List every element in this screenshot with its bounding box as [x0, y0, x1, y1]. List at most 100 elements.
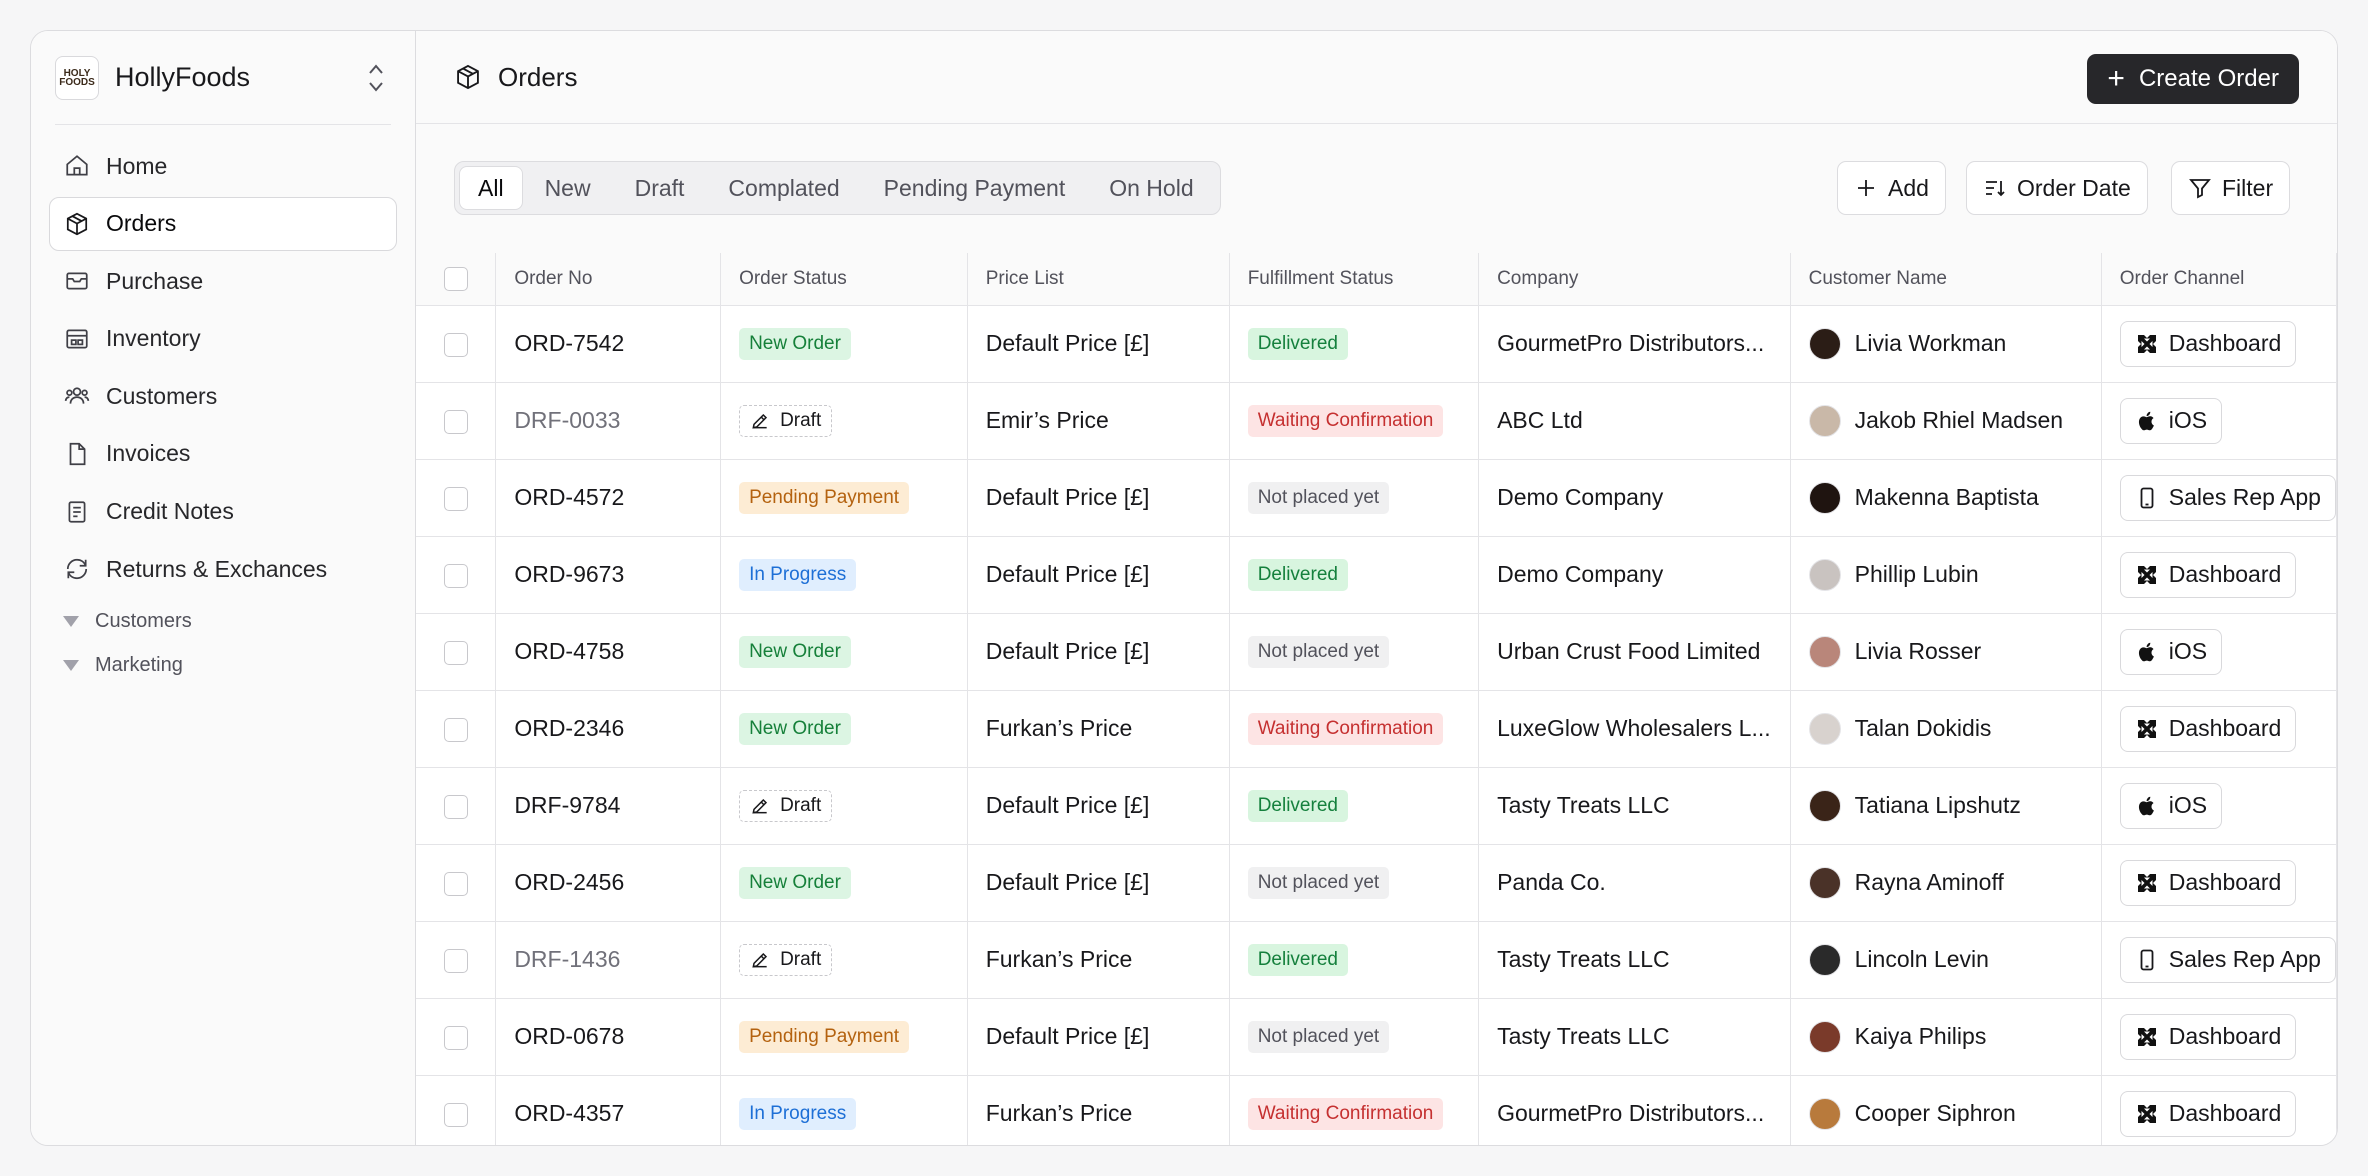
sidebar-item-inventory[interactable]: Inventory [49, 312, 397, 366]
order-number[interactable]: ORD-4758 [495, 613, 722, 691]
select-all-checkbox-cell[interactable] [416, 253, 497, 306]
table-row[interactable]: DRF-9784 Draft Default Price [£] Delivered T… [416, 767, 2337, 845]
row-checkbox[interactable] [443, 486, 468, 511]
column-header-company[interactable]: Company [1478, 253, 1791, 306]
table-row[interactable]: ORD-9673 In Progress Default Price [£] Deli… [416, 536, 2337, 614]
sidebar-group-marketing[interactable]: Marketing [49, 644, 397, 688]
sort-icon [1986, 181, 2005, 197]
sidebar-group-customers[interactable]: Customers [49, 600, 397, 644]
customer-name: Livia Workman [1854, 330, 2007, 356]
filter-button[interactable]: Filter [2171, 161, 2291, 215]
workspace-switcher[interactable]: HOLY FOODS HollyFoods [55, 31, 391, 125]
order-number[interactable]: DRF-9784 [495, 767, 722, 845]
sidebar-item-customers[interactable]: Customers [49, 369, 397, 423]
tab-completed[interactable]: Complated [706, 166, 861, 210]
row-checkbox-cell[interactable] [416, 767, 497, 845]
order-number[interactable]: ORD-9673 [495, 536, 722, 614]
row-checkbox[interactable] [443, 409, 468, 434]
company-name: Tasty Treats LLC [1478, 767, 1791, 845]
add-button[interactable]: Add [1837, 161, 1946, 215]
order-channel-chip[interactable]: Dashboard [2119, 1013, 2297, 1060]
table-row[interactable]: ORD-2456 New Order Default Price [£] Not pl… [416, 844, 2337, 922]
column-header-order-status[interactable]: Order Status [720, 253, 968, 306]
order-channel-chip[interactable]: Sales Rep App [2119, 936, 2336, 983]
row-checkbox[interactable] [443, 717, 468, 742]
sidebar-item-invoices[interactable]: Invoices [49, 427, 397, 481]
order-status-badge: In Progress [739, 1097, 857, 1130]
row-checkbox[interactable] [443, 563, 468, 588]
sidebar-item-orders[interactable]: Orders [49, 196, 397, 251]
order-channel-chip[interactable]: Dashboard [2119, 859, 2297, 906]
row-checkbox-cell[interactable] [416, 613, 497, 691]
row-checkbox-cell[interactable] [416, 459, 497, 537]
sidebar-item-credit-notes[interactable]: Credit Notes [49, 485, 397, 539]
order-number[interactable]: ORD-7542 [495, 305, 722, 383]
avatar [1808, 481, 1841, 514]
sidebar-item-purchase[interactable]: Purchase [49, 254, 397, 308]
table-row[interactable]: ORD-4357 In Progress Furkan’s Price Waiting… [416, 1075, 2337, 1145]
chevron-up-down-icon[interactable] [361, 58, 391, 98]
column-header-order-no[interactable]: Order No [495, 253, 722, 306]
row-checkbox-cell[interactable] [416, 690, 497, 768]
column-header-price-list[interactable]: Price List [967, 253, 1230, 306]
order-channel-chip[interactable]: iOS [2119, 628, 2223, 675]
order-channel-chip[interactable]: Dashboard [2119, 320, 2297, 367]
table-row[interactable]: ORD-4758 New Order Default Price [£] Not pl… [416, 613, 2337, 691]
order-status-text: In Progress [749, 563, 847, 585]
table-row[interactable]: ORD-4572 Pending Payment Default Price [£]… [416, 459, 2337, 537]
select-all-checkbox[interactable] [443, 266, 468, 291]
row-checkbox-cell[interactable] [416, 1075, 497, 1145]
tab-draft[interactable]: Draft [613, 166, 707, 210]
row-checkbox[interactable] [443, 871, 468, 896]
table-row[interactable]: ORD-7542 New Order Default Price [£] Delive… [416, 305, 2337, 383]
order-channel-chip[interactable]: iOS [2119, 782, 2223, 829]
order-status-cell: Draft [720, 921, 968, 999]
table-row[interactable]: ORD-0678 Pending Payment Default Price [£]… [416, 998, 2337, 1076]
order-number[interactable]: ORD-4572 [495, 459, 722, 537]
column-header-customer-name[interactable]: Customer Name [1790, 253, 2102, 306]
row-checkbox-cell[interactable] [416, 382, 497, 460]
order-number[interactable]: ORD-2346 [495, 690, 722, 768]
sidebar-item-returns[interactable]: Returns & Exchances [49, 542, 397, 596]
row-checkbox[interactable] [443, 1025, 468, 1050]
plus-icon [1858, 180, 1874, 196]
order-channel-cell: Dashboard [2101, 305, 2337, 383]
order-number[interactable]: DRF-0033 [495, 382, 722, 460]
row-checkbox[interactable] [443, 640, 468, 665]
sidebar-item-home[interactable]: Home [49, 139, 397, 193]
order-channel-text: Dashboard [2168, 869, 2282, 895]
table-row[interactable]: ORD-2346 New Order Furkan’s Price Waiting C… [416, 690, 2337, 768]
order-status-text: In Progress [749, 1102, 847, 1124]
row-checkbox[interactable] [443, 948, 468, 973]
column-header-order-channel[interactable]: Order Channel [2101, 253, 2337, 306]
order-channel-chip[interactable]: iOS [2119, 397, 2223, 444]
order-number[interactable]: ORD-2456 [495, 844, 722, 922]
row-checkbox-cell[interactable] [416, 536, 497, 614]
tab-pending-payment[interactable]: Pending Payment [862, 166, 1088, 210]
order-channel-chip[interactable]: Sales Rep App [2119, 474, 2336, 521]
row-checkbox-cell[interactable] [416, 921, 497, 999]
customer-cell: Talan Dokidis [1790, 690, 2102, 768]
avatar [1808, 789, 1841, 822]
order-status-text: New Order [749, 640, 841, 662]
row-checkbox[interactable] [443, 332, 468, 357]
order-channel-chip[interactable]: Dashboard [2119, 551, 2297, 598]
order-number[interactable]: DRF-1436 [495, 921, 722, 999]
tab-on-hold[interactable]: On Hold [1087, 166, 1215, 210]
table-row[interactable]: DRF-0033 Draft Emir’s Price Waiting Confirm… [416, 382, 2337, 460]
tab-new[interactable]: New [523, 166, 613, 210]
order-number[interactable]: ORD-4357 [495, 1075, 722, 1145]
row-checkbox-cell[interactable] [416, 305, 497, 383]
row-checkbox[interactable] [443, 794, 468, 819]
order-channel-chip[interactable]: Dashboard [2119, 1090, 2297, 1137]
order-channel-chip[interactable]: Dashboard [2119, 705, 2297, 752]
order-number[interactable]: ORD-0678 [495, 998, 722, 1076]
table-row[interactable]: DRF-1436 Draft Furkan’s Price Delivered Tast… [416, 921, 2337, 999]
row-checkbox[interactable] [443, 1102, 468, 1127]
row-checkbox-cell[interactable] [416, 998, 497, 1076]
tab-all[interactable]: All [459, 166, 523, 210]
row-checkbox-cell[interactable] [416, 844, 497, 922]
create-order-button[interactable]: + Create Order [2087, 54, 2299, 104]
sort-order-date-button[interactable]: Order Date [1966, 161, 2148, 215]
column-header-fulfillment-status[interactable]: Fulfillment Status [1229, 253, 1480, 306]
